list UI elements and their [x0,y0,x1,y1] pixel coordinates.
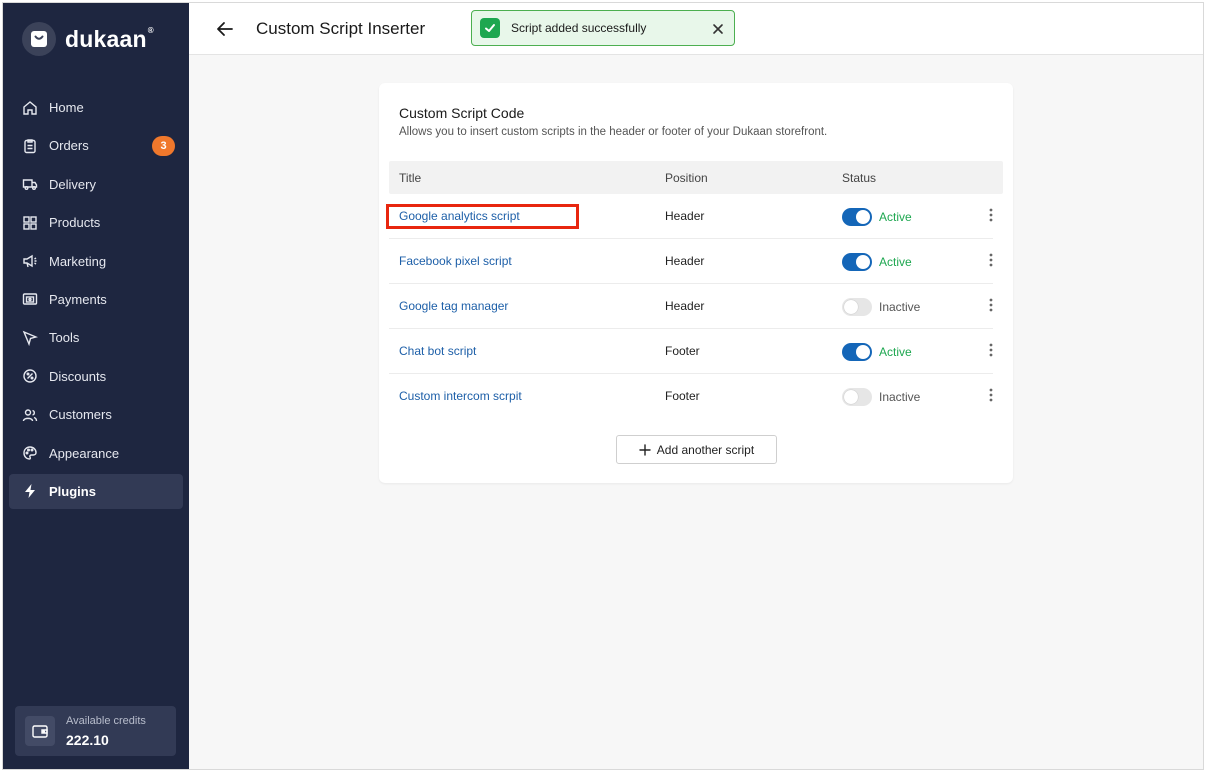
sidebar-item-products[interactable]: Products [9,205,183,240]
more-options-icon[interactable] [987,342,995,360]
home-icon [22,100,38,116]
script-position: Header [665,209,705,223]
sidebar-item-plugins[interactable]: Plugins [9,473,183,509]
sidebar-item-label: Marketing [49,253,107,269]
toast-message: Script added successfully [511,21,647,35]
discount-icon [22,368,38,384]
table-row: Custom intercom scrpit Footer Inactive [389,374,993,419]
users-icon [22,407,38,423]
script-position: Header [665,254,705,268]
sidebar-nav: Home Orders 3 Delivery Products Marketin… [9,90,183,512]
sidebar-item-home[interactable]: Home [9,90,183,125]
status-toggle[interactable] [842,208,872,226]
add-script-label: Add another script [656,442,755,457]
sidebar-item-label: Tools [49,330,80,346]
script-position: Footer [665,344,700,358]
sidebar-item-tools[interactable]: Tools [9,320,183,355]
credits-value: 222.10 [66,731,109,748]
script-title-link[interactable]: Google analytics script [399,209,520,223]
sidebar-item-label: Discounts [49,368,107,384]
orders-count-badge: 3 [152,136,175,157]
add-script-button[interactable]: Add another script [616,435,777,464]
card-subtitle: Allows you to insert custom scripts in t… [399,126,828,138]
sidebar-item-payments[interactable]: Payments [9,282,183,317]
truck-icon [22,176,38,192]
sidebar-item-customers[interactable]: Customers [9,397,183,432]
bolt-icon [22,483,38,499]
sidebar-item-delivery[interactable]: Delivery [9,167,183,202]
wallet-icon [25,716,55,746]
script-title-link[interactable]: Custom intercom scrpit [399,389,522,403]
sidebar-item-label: Home [49,100,84,115]
table-row: Google tag manager Header Inactive [389,284,993,329]
megaphone-icon [22,253,38,269]
sidebar-item-discounts[interactable]: Discounts [9,359,183,394]
back-arrow-icon[interactable] [215,19,235,39]
sidebar-item-label: Delivery [49,176,96,192]
sidebar-item-label: Plugins [49,483,96,499]
page-header: Custom Script Inserter Script added succ… [189,3,1203,55]
sidebar-item-label: Products [49,215,101,231]
status-label: Active [879,255,912,269]
script-title-link[interactable]: Google tag manager [399,299,508,313]
success-toast: Script added successfully [471,10,735,46]
script-position: Footer [665,389,700,403]
sidebar-item-label: Appearance [49,445,120,461]
custom-script-card: Custom Script Code Allows you to insert … [379,83,1013,483]
script-title-link[interactable]: Chat bot script [399,344,476,358]
status-label: Active [879,345,912,359]
palette-icon [22,445,38,461]
status-toggle[interactable] [842,388,872,406]
more-options-icon[interactable] [987,387,995,405]
clipboard-icon [22,138,38,154]
credits-label: Available credits [66,714,146,727]
plus-icon [639,443,651,456]
sidebar-item-label: Orders [49,138,89,154]
column-status: Status [842,171,877,185]
sidebar-item-label: Customers [49,407,112,423]
sidebar-item-orders[interactable]: Orders 3 [9,128,183,163]
script-title-link[interactable]: Facebook pixel script [399,254,512,268]
status-label: Active [879,210,912,224]
brand[interactable]: dukaan® [22,22,154,56]
grid-icon [22,215,38,231]
brand-name: dukaan® [65,25,154,52]
credits-panel[interactable]: Available credits 222.10 [15,706,176,756]
page-title: Custom Script Inserter [256,19,426,38]
table-row: Google analytics script Header Active [386,194,995,239]
column-position: Position [665,171,708,185]
table-row: Facebook pixel script Header Active [389,239,993,284]
status-toggle[interactable] [842,343,872,361]
cursor-icon [22,330,38,346]
more-options-icon[interactable] [987,252,995,270]
more-options-icon[interactable] [987,207,995,225]
table-row: Chat bot script Footer Active [389,329,993,374]
status-label: Inactive [879,300,921,314]
sidebar: dukaan® Home Orders 3 Delivery Products … [3,3,189,769]
app-window: dukaan® Home Orders 3 Delivery Products … [2,2,1204,770]
status-label: Inactive [879,390,921,404]
bag-logo-icon [22,22,56,56]
status-toggle[interactable] [842,253,872,271]
sidebar-item-appearance[interactable]: Appearance [9,436,183,471]
checkmark-icon [480,18,500,38]
script-position: Header [665,299,705,313]
more-options-icon[interactable] [987,297,995,315]
credits-text: Available credits 222.10 [66,715,146,748]
close-icon[interactable] [712,22,724,34]
column-title: Title [399,171,422,185]
scripts-table: Title Position Status Google analytics s… [386,161,1003,419]
card-title: Custom Script Code [399,105,525,121]
sidebar-item-label: Payments [49,291,107,307]
status-toggle[interactable] [842,298,872,316]
sidebar-item-marketing[interactable]: Marketing [9,244,183,279]
payments-icon [22,291,38,307]
table-header: Title Position Status [389,161,1003,194]
